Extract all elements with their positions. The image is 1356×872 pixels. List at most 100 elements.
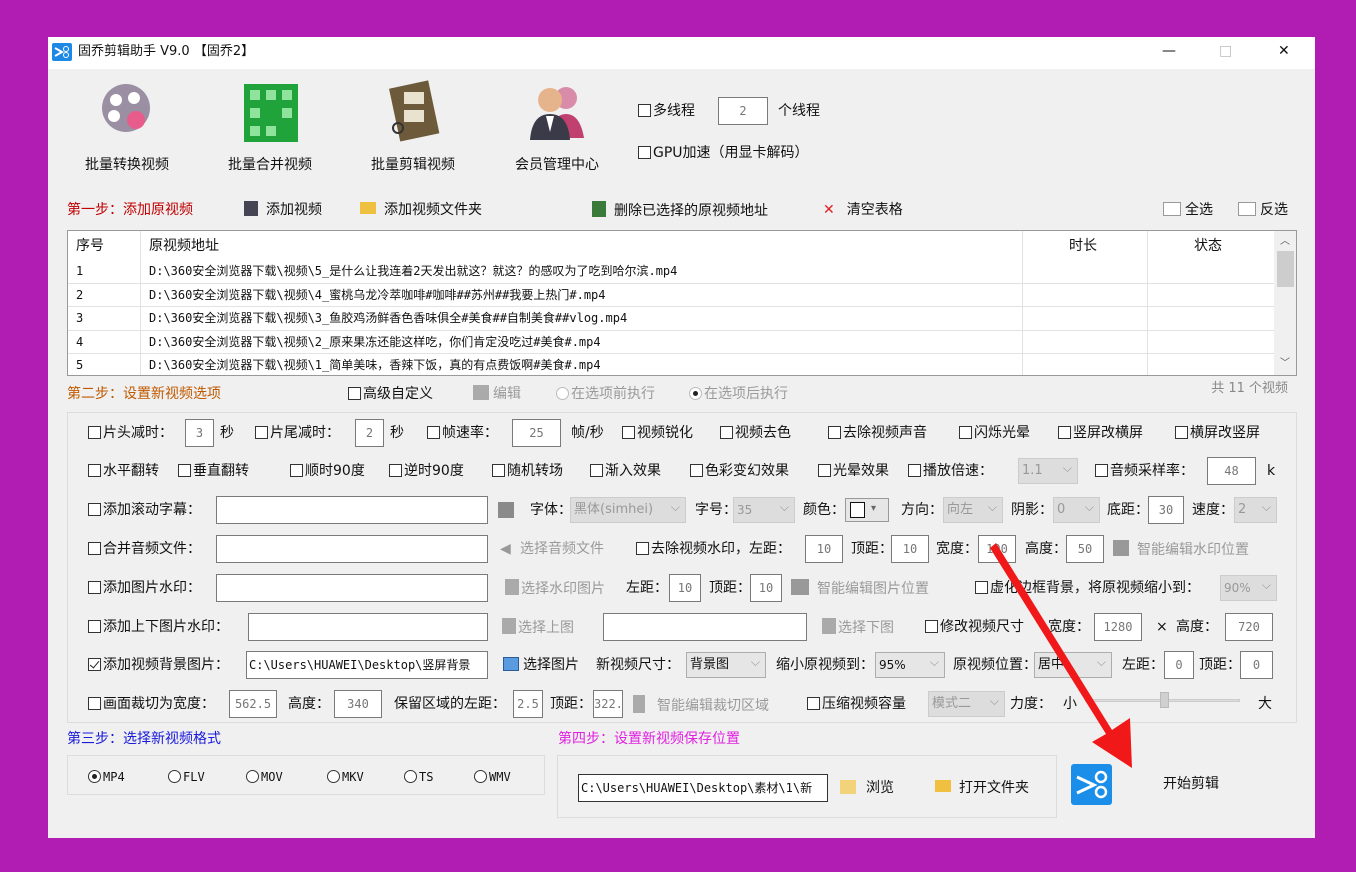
image-watermark-checkbox[interactable]: 添加图片水印： — [88, 579, 201, 597]
wm-left-input[interactable]: 10 — [805, 535, 843, 563]
new-size-select[interactable]: 背景图 — [686, 652, 766, 678]
close-button[interactable]: ✕ — [1278, 42, 1290, 60]
strength-slider-thumb[interactable] — [1160, 692, 1169, 708]
open-folder-button[interactable]: 打开文件夹 — [935, 779, 1029, 797]
position-left-input[interactable]: 0 — [1164, 651, 1194, 679]
marquee-input[interactable] — [216, 496, 488, 524]
fadein-checkbox[interactable]: 渐入效果 — [590, 462, 661, 480]
select-all-button[interactable]: 全选 — [1163, 201, 1213, 219]
format-radio-mp4[interactable]: MP4 — [88, 768, 125, 786]
table-row[interactable]: 1 D:\360安全浏览器下载\视频\5_是什么让我连着2天发出就这？就这？的感叹… — [68, 260, 1274, 284]
ccw90-checkbox[interactable]: 逆时90度 — [389, 462, 464, 480]
gpu-checkbox[interactable]: GPU加速（用显卡解码） — [638, 144, 809, 162]
choose-watermark-image-button[interactable]: 选择水印图片 — [505, 579, 605, 598]
output-path-input[interactable]: C:\Users\HUAWEI\Desktop\素材\1\新 — [578, 774, 828, 802]
top-bottom-watermark-checkbox[interactable]: 添加上下图片水印： — [88, 618, 229, 636]
tail-cut-input[interactable]: 2 — [355, 419, 384, 447]
fps-input[interactable]: 25 — [512, 419, 561, 447]
audio-input[interactable] — [216, 535, 488, 563]
multithread-checkbox[interactable]: 多线程 — [638, 102, 695, 120]
choose-top-image-button[interactable]: 选择上图 — [502, 618, 574, 637]
toolbar-edit-button[interactable]: 批量剪辑视频 — [348, 80, 478, 180]
marquee-checkbox[interactable]: 添加滚动字幕： — [88, 501, 201, 519]
resize-checkbox[interactable]: 修改视频尺寸 — [925, 618, 1024, 636]
edit-button[interactable]: 编辑 — [473, 385, 521, 403]
sharpen-checkbox[interactable]: 视频锐化 — [622, 424, 693, 442]
samplerate-checkbox[interactable]: 音频采样率： — [1095, 462, 1194, 480]
smart-crop-button[interactable]: 智能编辑裁切区域 — [633, 695, 769, 715]
background-image-path[interactable]: C:\Users\HUAWEI\Desktop\竖屏背景 — [246, 651, 488, 679]
table-row[interactable]: 4 D:\360安全浏览器下载\视频\2_原来果冻还能这样吃，你们肯定没吃过#美食… — [68, 331, 1274, 354]
format-radio-wmv[interactable]: WMV — [474, 768, 511, 786]
direction-select[interactable]: 向左 — [943, 497, 1003, 523]
format-radio-flv[interactable]: FLV — [168, 768, 205, 786]
minimize-button[interactable]: — — [1162, 42, 1176, 60]
hflip-checkbox[interactable]: 水平翻转 — [88, 462, 159, 480]
fontsize-select[interactable]: 35 — [733, 497, 795, 523]
toolbar-member-button[interactable]: 会员管理中心 — [492, 80, 622, 180]
run-before-radio[interactable]: 在选项前执行 — [556, 385, 655, 403]
compress-checkbox[interactable]: 压缩视频容量 — [807, 695, 906, 713]
bottom-image-input[interactable] — [603, 613, 807, 641]
table-row[interactable]: 5 D:\360安全浏览器下载\视频\1_简单美味，香辣下饭，真的有点费饭啊#美食… — [68, 354, 1274, 375]
add-video-button[interactable]: 添加视频 — [244, 201, 322, 219]
toolbar-merge-button[interactable]: 批量合并视频 — [205, 80, 335, 180]
blur-scale-select[interactable]: 90% — [1220, 575, 1277, 601]
crop-checkbox[interactable]: 画面裁切为宽度： — [88, 695, 215, 713]
shrink-select[interactable]: 95% — [875, 652, 945, 678]
mute-checkbox[interactable]: 去除视频声音 — [828, 424, 927, 442]
col-header-duration[interactable]: 时长 — [1069, 237, 1097, 255]
scissors-icon[interactable] — [1071, 764, 1112, 805]
format-radio-ts[interactable]: TS — [404, 768, 433, 786]
bottom-input[interactable]: 30 — [1148, 496, 1184, 524]
remove-watermark-checkbox[interactable]: 去除视频水印，左距： — [636, 540, 791, 558]
choose-image-button[interactable]: 选择图片 — [503, 656, 579, 674]
smart-watermark-button[interactable]: 智能编辑水印位置 — [1113, 540, 1249, 559]
delete-selected-button[interactable]: 删除已选择的原视频地址 — [592, 201, 768, 220]
halo-checkbox[interactable]: 光晕效果 — [818, 462, 889, 480]
crop-left-input[interactable]: 2.5 — [513, 690, 543, 718]
wm-height-input[interactable]: 50 — [1066, 535, 1104, 563]
audio-checkbox[interactable]: 合并音频文件： — [88, 540, 201, 558]
color-fx-checkbox[interactable]: 色彩变幻效果 — [690, 462, 789, 480]
col-header-path[interactable]: 原视频地址 — [149, 237, 219, 255]
choose-audio-button[interactable]: ◀ 选择音频文件 — [500, 540, 604, 558]
transition-checkbox[interactable]: 随机转场 — [492, 462, 563, 480]
flash-checkbox[interactable]: 闪烁光晕 — [959, 424, 1030, 442]
start-edit-button[interactable]: 开始剪辑 — [1163, 775, 1219, 793]
shadow-select[interactable]: 0 — [1053, 497, 1100, 523]
col-header-index[interactable]: 序号 — [76, 237, 104, 255]
maximize-button[interactable]: □ — [1219, 42, 1232, 60]
crop-height-input[interactable]: 340 — [334, 690, 382, 718]
decolor-checkbox[interactable]: 视频去色 — [720, 424, 791, 442]
format-radio-mov[interactable]: MOV — [246, 768, 283, 786]
text-edit-icon[interactable] — [498, 502, 514, 518]
samplerate-input[interactable]: 48 — [1207, 457, 1256, 485]
wm-top-input[interactable]: 10 — [891, 535, 929, 563]
vflip-checkbox[interactable]: 垂直翻转 — [178, 462, 249, 480]
color-picker[interactable]: ▾ — [845, 498, 889, 522]
img-top-input[interactable]: 10 — [750, 574, 782, 602]
thread-count-input[interactable]: 2 — [718, 97, 768, 125]
resize-height-input[interactable]: 720 — [1225, 613, 1273, 641]
crop-width-input[interactable]: 562.5 — [229, 690, 277, 718]
smart-image-button[interactable]: 智能编辑图片位置 — [791, 579, 929, 598]
image-watermark-input[interactable] — [216, 574, 488, 602]
choose-bottom-image-button[interactable]: 选择下图 — [822, 618, 894, 637]
top-image-input[interactable] — [248, 613, 488, 641]
img-left-input[interactable]: 10 — [669, 574, 701, 602]
advanced-checkbox[interactable]: 高级自定义 — [348, 385, 433, 403]
h2v-checkbox[interactable]: 横屏改竖屏 — [1175, 424, 1260, 442]
speed-select[interactable]: 1.1 — [1018, 458, 1078, 484]
add-folder-button[interactable]: 添加视频文件夹 — [360, 201, 482, 219]
browse-button[interactable]: 浏览 — [840, 779, 894, 797]
cw90-checkbox[interactable]: 顺时90度 — [290, 462, 365, 480]
table-row[interactable]: 3 D:\360安全浏览器下载\视频\3_鱼胶鸡汤鲜香色香味俱全#美食##自制美食… — [68, 307, 1274, 331]
v2h-checkbox[interactable]: 竖屏改横屏 — [1058, 424, 1143, 442]
position-select[interactable]: 居中 — [1034, 652, 1112, 678]
resize-width-input[interactable]: 1280 — [1094, 613, 1142, 641]
font-select[interactable]: 黑体(simhei) — [570, 497, 686, 523]
head-cut-checkbox[interactable]: 片头减时： — [88, 424, 173, 442]
run-after-radio[interactable]: 在选项后执行 — [689, 385, 788, 403]
wm-width-input[interactable]: 100 — [978, 535, 1016, 563]
